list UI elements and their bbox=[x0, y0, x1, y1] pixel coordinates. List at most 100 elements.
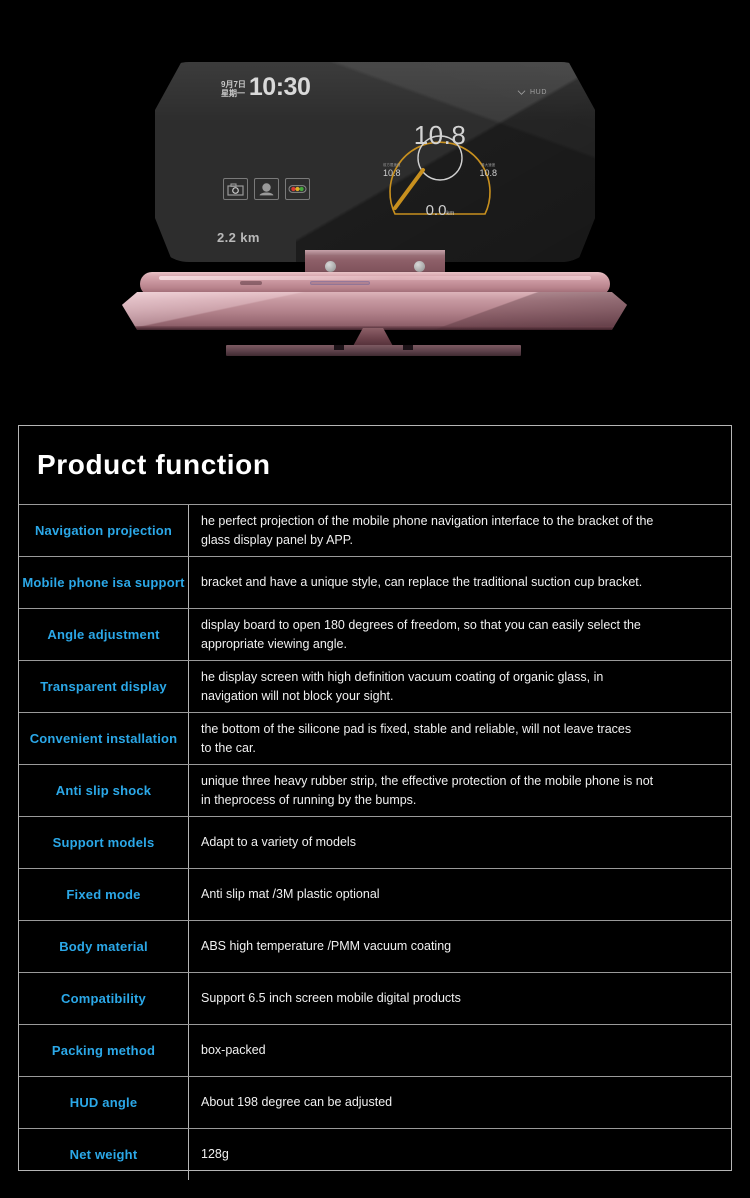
table-row: Net weight 128g bbox=[19, 1128, 731, 1180]
phone-side-button bbox=[240, 281, 262, 285]
spec-description-cell: unique three heavy rubber strip, the eff… bbox=[189, 765, 731, 816]
spec-label-cell: Support models bbox=[19, 817, 189, 868]
spec-description-cell: About 198 degree can be adjusted bbox=[189, 1077, 731, 1128]
page-title: Product function bbox=[37, 449, 271, 480]
spec-description-line: Adapt to a variety of models bbox=[201, 835, 356, 849]
spec-description-line: navigation will not block your sight. bbox=[201, 688, 394, 703]
gauge-bottom-unit: km bbox=[446, 211, 455, 217]
table-row: Anti slip shock unique three heavy rubber… bbox=[19, 764, 731, 816]
spec-description-cell: the bottom of the silicone pad is fixed,… bbox=[189, 713, 731, 764]
spec-description-line: the bottom of the silicone pad is fixed,… bbox=[201, 721, 632, 736]
speed-camera-icon bbox=[254, 178, 279, 200]
spec-description-line: Anti slip mat /3M plastic optional bbox=[201, 887, 380, 901]
clip-screw-left bbox=[325, 261, 336, 272]
spec-description-line: display board to open 180 degrees of fre… bbox=[201, 617, 641, 632]
spec-description-line: glass display panel by APP. bbox=[201, 532, 353, 547]
spec-label-cell: Mobile phone is a support bbox=[19, 557, 189, 608]
table-row: Compatibility Support 6.5 inch screen mob… bbox=[19, 972, 731, 1024]
spec-description-cell: he display screen with high definition v… bbox=[189, 661, 731, 712]
product-function-table: Product function Navigation projection he… bbox=[18, 425, 732, 1180]
spec-label-cell: Net weight bbox=[19, 1129, 189, 1180]
spec-description-cell: Support 6.5 inch screen mobile digital p… bbox=[189, 973, 731, 1024]
table-row: Transparent display he display screen wit… bbox=[19, 660, 731, 712]
pad-notch-right bbox=[403, 345, 413, 350]
spec-row-list: Navigation projection he perfect projecti… bbox=[19, 504, 731, 1180]
gauge-bottom-value: 0.0 bbox=[425, 202, 447, 219]
spec-description-line: Support 6.5 inch screen mobile digital p… bbox=[201, 991, 461, 1005]
gauge-bottom-readout: 0.0km bbox=[375, 202, 505, 220]
spec-description-cell: he perfect projection of the mobile phon… bbox=[189, 505, 731, 556]
table-row: Body material ABS high temperature /PMM v… bbox=[19, 920, 731, 972]
spec-description-cell: bracket and have a unique style, can rep… bbox=[189, 557, 731, 608]
spec-label-cell: Body material bbox=[19, 921, 189, 972]
spec-description-line: ABS high temperature /PMM vacuum coating bbox=[201, 939, 452, 953]
spec-description-line: 128g bbox=[201, 1147, 229, 1161]
gauge-left-readout: 前方限速值 10.8 bbox=[383, 162, 401, 178]
phone-highlight bbox=[158, 276, 592, 280]
table-row: Mobile phone is a support bracket and have… bbox=[19, 556, 731, 608]
hud-icon-row bbox=[223, 178, 310, 200]
gauge-sub-readouts: 前方限速值 10.8 最大速度 10.8 bbox=[375, 162, 505, 178]
hud-date-line1: 9月7日 bbox=[221, 79, 246, 89]
spec-label-cell: Convenient installation bbox=[19, 713, 189, 764]
spec-description-line: he perfect projection of the mobile phon… bbox=[201, 513, 654, 528]
traffic-light-icon bbox=[285, 178, 310, 200]
gauge-right-readout: 最大速度 10.8 bbox=[479, 162, 497, 178]
spec-description-cell: 128g bbox=[189, 1129, 731, 1180]
spec-description-line: unique three heavy rubber strip, the eff… bbox=[201, 773, 654, 788]
spec-label-line: a support bbox=[123, 575, 185, 590]
spec-description-cell: Adapt to a variety of models bbox=[189, 817, 731, 868]
base-facet-shadow bbox=[394, 292, 627, 330]
spec-description-cell: display board to open 180 degrees of fre… bbox=[189, 609, 731, 660]
spec-description-line: in theprocess of running by the bumps. bbox=[201, 792, 417, 807]
table-row: Convenient installation the bottom of th… bbox=[19, 712, 731, 764]
table-row: Navigation projection he perfect projecti… bbox=[19, 504, 731, 556]
hud-glass-panel: 9月7日 星期一 10:30 HUD 2.2 km 10.8 前方限速值 10.… bbox=[155, 62, 595, 262]
clip-screw-right bbox=[414, 261, 425, 272]
phone-volume-button bbox=[310, 281, 370, 285]
table-row: Support models Adapt to a variety of mod… bbox=[19, 816, 731, 868]
gauge-left-value: 10.8 bbox=[383, 168, 401, 178]
spec-description-line: box-packed bbox=[201, 1043, 266, 1057]
spec-label-cell: Fixed mode bbox=[19, 869, 189, 920]
camera-icon bbox=[223, 178, 248, 200]
spec-description-cell: box-packed bbox=[189, 1025, 731, 1076]
table-row: Angle adjustment display board to open 18… bbox=[19, 608, 731, 660]
hud-date-line2: 星期一 bbox=[221, 89, 245, 98]
spec-description-line: to the car. bbox=[201, 740, 256, 755]
gauge-speed-value: 10.8 bbox=[413, 120, 467, 150]
hud-speed-gauge: 10.8 前方限速值 10.8 最大速度 10.8 0.0km bbox=[375, 96, 505, 224]
spec-label-cell: Anti slip shock bbox=[19, 765, 189, 816]
chevron-down-icon bbox=[517, 90, 526, 95]
spec-description-line: About 198 degree can be adjusted bbox=[201, 1095, 393, 1109]
hud-base-body bbox=[122, 292, 627, 330]
product-photo: 9月7日 星期一 10:30 HUD 2.2 km 10.8 前方限速值 10.… bbox=[0, 0, 750, 415]
pad-notch-left bbox=[334, 345, 344, 350]
table-row: Packing method box-packed bbox=[19, 1024, 731, 1076]
spec-label-cell: Compatibility bbox=[19, 973, 189, 1024]
spec-description-cell: Anti slip mat /3M plastic optional bbox=[189, 869, 731, 920]
spec-label-cell: Angle adjustment bbox=[19, 609, 189, 660]
spec-label-cell: Packing method bbox=[19, 1025, 189, 1076]
spec-label-cell: HUD angle bbox=[19, 1077, 189, 1128]
clip-lip bbox=[305, 250, 445, 255]
table-row: HUD angle About 198 degree can be adjuste… bbox=[19, 1076, 731, 1128]
hud-mode-toggle[interactable]: HUD bbox=[517, 89, 547, 96]
spec-description-line: he display screen with high definition v… bbox=[201, 669, 604, 684]
spec-description-line: appropriate viewing angle. bbox=[201, 636, 347, 651]
hud-toggle-label: HUD bbox=[530, 89, 547, 96]
hud-silicone-pad bbox=[226, 345, 521, 356]
hud-clock: 9月7日 星期一 10:30 bbox=[221, 73, 311, 101]
spec-label-line: Mobile phone is bbox=[22, 575, 124, 590]
spec-label-cell: Navigation projection bbox=[19, 505, 189, 556]
spec-label-cell: Transparent display bbox=[19, 661, 189, 712]
hud-date: 9月7日 星期一 bbox=[221, 80, 246, 99]
gauge-right-value: 10.8 bbox=[479, 168, 497, 178]
gauge-left-label: 前方限速值 bbox=[383, 163, 401, 167]
gauge-right-label: 最大速度 bbox=[481, 163, 496, 167]
spec-description-line: bracket and have a unique style, can rep… bbox=[201, 575, 643, 589]
spec-description-cell: ABS high temperature /PMM vacuum coating bbox=[189, 921, 731, 972]
hud-time: 10:30 bbox=[248, 73, 311, 101]
table-row: Fixed mode Anti slip mat /3M plastic opti… bbox=[19, 868, 731, 920]
hud-distance-readout: 2.2 km bbox=[217, 230, 260, 245]
